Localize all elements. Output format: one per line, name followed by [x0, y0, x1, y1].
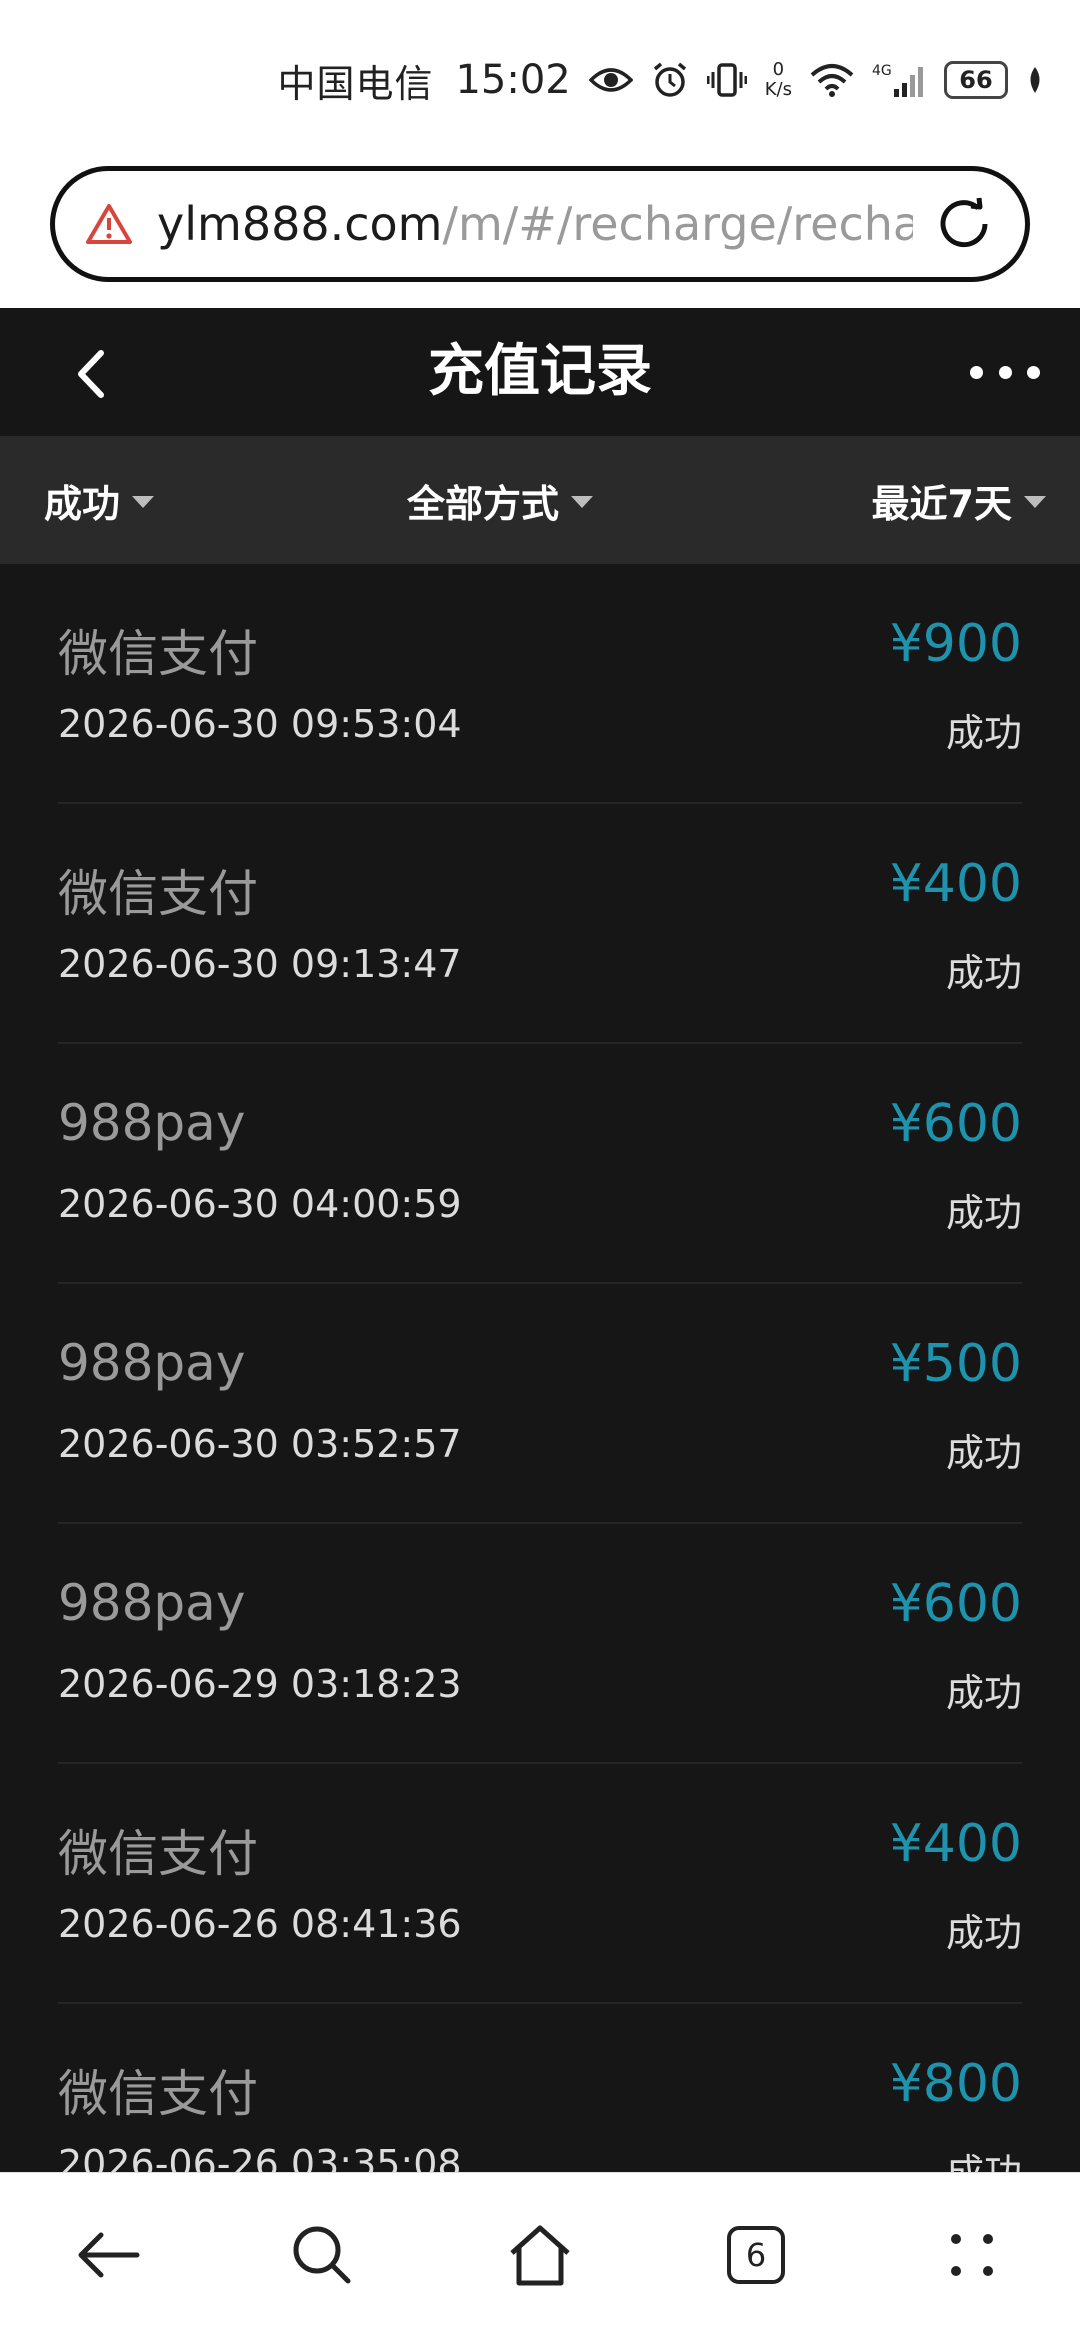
warning-icon[interactable] — [85, 203, 133, 245]
record-item[interactable]: 988pay 2026-06-30 04:00:59 ¥600 成功 — [58, 1044, 1022, 1284]
record-status: 成功 — [946, 2142, 1022, 2172]
filter-bar: 成功 全部方式 最近7天 — [0, 436, 1080, 564]
record-amount: ¥600 — [889, 1094, 1022, 1154]
record-item[interactable]: 988pay 2026-06-30 03:52:57 ¥500 成功 — [58, 1284, 1022, 1524]
browser-search-button[interactable] — [282, 2215, 362, 2295]
url-path: /m/#/recharge/rechar — [442, 197, 913, 251]
record-method: 微信支付 — [58, 2065, 258, 2123]
caret-down-icon — [571, 496, 594, 508]
record-time: 2026-06-29 03:18:23 — [58, 1662, 462, 1706]
method-filter-label: 全部方式 — [407, 481, 560, 526]
arrow-left-icon — [78, 2232, 140, 2278]
search-icon — [293, 2226, 351, 2284]
date-range-filter-dropdown[interactable]: 最近7天 — [872, 436, 1046, 564]
record-method: 988pay — [58, 1094, 246, 1152]
status-filter-label: 成功 — [44, 481, 121, 526]
tab-count-badge: 6 — [727, 2226, 785, 2284]
battery-indicator: 66 — [944, 61, 1008, 99]
recharge-record-list: 微信支付 2026-06-30 09:53:04 ¥900 成功 微信支付 20… — [0, 564, 1080, 2172]
url-text[interactable]: ylm888.com/m/#/recharge/rechar — [157, 197, 913, 251]
record-status: 成功 — [945, 711, 1022, 755]
record-time: 2026-06-30 09:53:04 — [58, 702, 462, 746]
method-filter-dropdown[interactable]: 全部方式 — [407, 436, 594, 564]
record-status: 成功 — [945, 1191, 1022, 1235]
record-amount: ¥800 — [889, 2054, 1022, 2114]
alarm-icon — [651, 61, 689, 99]
more-options-button[interactable] — [970, 352, 1040, 392]
record-status: 成功 — [945, 951, 1022, 995]
url-domain: ylm888.com — [157, 197, 443, 251]
record-status: 成功 — [945, 1911, 1022, 1955]
record-method: 微信支付 — [58, 1825, 258, 1883]
leaf-icon — [1026, 65, 1044, 95]
record-item[interactable]: 988pay 2026-06-29 03:18:23 ¥600 成功 — [58, 1524, 1022, 1764]
record-status: 成功 — [945, 1431, 1022, 1475]
record-method: 988pay — [58, 1334, 246, 1392]
record-method: 微信支付 — [58, 865, 258, 923]
back-button[interactable] — [60, 344, 120, 404]
home-icon — [510, 2225, 570, 2286]
net-speed: 0 K/s — [765, 60, 792, 100]
record-item[interactable]: 微信支付 2026-06-26 03:35:08 ¥800 成功 — [58, 2004, 1022, 2172]
date-range-filter-label: 最近7天 — [871, 481, 1012, 526]
status-bar: 中国电信 15:02 0 K/s 4G 66 — [0, 0, 1080, 160]
record-method: 微信支付 — [58, 625, 258, 683]
record-status: 成功 — [945, 1671, 1022, 1715]
more-dot-icon — [998, 365, 1012, 379]
page-title: 充值记录 — [428, 339, 652, 404]
record-time: 2026-06-30 03:52:57 — [58, 1422, 462, 1466]
vibrate-icon — [706, 62, 747, 98]
record-item[interactable]: 微信支付 2026-06-30 09:13:47 ¥400 成功 — [58, 804, 1022, 1044]
menu-dots-icon — [951, 2234, 993, 2276]
status-icons: 中国电信 15:02 0 K/s 4G 66 — [277, 52, 1044, 108]
record-time: 2026-06-30 04:00:59 — [58, 1182, 462, 1226]
record-amount: ¥400 — [889, 854, 1022, 914]
wifi-icon — [810, 63, 854, 97]
record-time: 2026-06-26 03:35:08 — [58, 2142, 462, 2172]
record-amount: ¥900 — [889, 614, 1022, 674]
browser-tabs-button[interactable]: 6 — [716, 2215, 796, 2295]
status-filter-dropdown[interactable]: 成功 — [44, 436, 155, 564]
browser-bottom-bar: 6 — [0, 2172, 1080, 2340]
url-bar[interactable]: ylm888.com/m/#/recharge/rechar — [50, 166, 1030, 282]
net-speed-value: 0 — [772, 59, 785, 80]
browser-back-button[interactable] — [68, 2215, 148, 2295]
eye-icon — [588, 65, 633, 95]
record-time: 2026-06-26 08:41:36 — [58, 1902, 462, 1946]
record-amount: ¥600 — [889, 1574, 1022, 1634]
record-amount: ¥500 — [889, 1334, 1022, 1394]
caret-down-icon — [132, 496, 155, 508]
reload-icon[interactable] — [933, 193, 995, 255]
net-speed-unit: K/s — [764, 79, 792, 100]
record-item[interactable]: 微信支付 2026-06-30 09:53:04 ¥900 成功 — [58, 564, 1022, 804]
browser-home-button[interactable] — [500, 2215, 580, 2295]
status-clock: 15:02 — [455, 57, 571, 103]
record-method: 988pay — [58, 1574, 246, 1632]
carrier-label: 中国电信 — [277, 61, 434, 106]
record-amount: ¥400 — [889, 1814, 1022, 1874]
chevron-left-icon — [78, 350, 104, 398]
more-dot-icon — [1027, 365, 1040, 379]
record-item[interactable]: 微信支付 2026-06-26 08:41:36 ¥400 成功 — [58, 1764, 1022, 2004]
cell-signal-icon: 4G — [872, 61, 926, 99]
more-dot-icon — [970, 365, 983, 379]
svg-text:4G: 4G — [872, 63, 892, 79]
caret-down-icon — [1024, 496, 1046, 508]
browser-menu-button[interactable] — [932, 2215, 1012, 2295]
record-time: 2026-06-30 09:13:47 — [58, 942, 462, 986]
app-header: 充值记录 — [0, 308, 1080, 436]
